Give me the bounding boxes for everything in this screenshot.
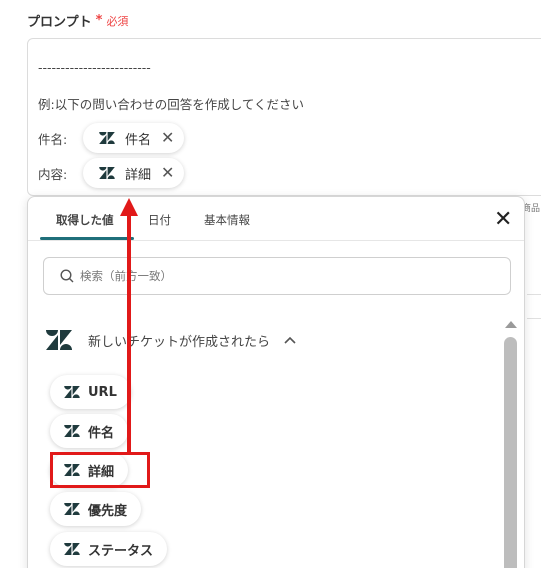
item-label: URL xyxy=(88,384,117,400)
group-title: 新しいチケットが作成されたら xyxy=(88,334,271,350)
value-item-subject[interactable]: 件名 xyxy=(50,414,129,448)
prompt-label: プロンプト * 必須 xyxy=(27,11,128,30)
close-icon[interactable]: ✕ xyxy=(161,130,174,146)
search-input[interactable]: 検索（前方一致） xyxy=(43,257,511,295)
background-divider xyxy=(527,318,541,319)
chip-label: 詳細 xyxy=(125,167,152,183)
item-label: ステータス xyxy=(88,543,154,559)
scroll-up-icon[interactable] xyxy=(503,319,519,329)
chevron-up-icon[interactable] xyxy=(284,336,296,344)
divider-text: ------------------------- xyxy=(38,60,151,75)
required-text: 必須 xyxy=(106,14,129,28)
item-label: 件名 xyxy=(88,425,115,441)
zendesk-icon xyxy=(64,386,80,398)
tab-bar: 取得した値 日付 基本情報 ✕ xyxy=(28,197,524,241)
annotation-arrow-head xyxy=(120,198,138,216)
variable-chip-detail[interactable]: 詳細 ✕ xyxy=(83,158,185,188)
variable-picker-panel: 取得した値 日付 基本情報 ✕ 検索（前方一致） 新しいチケットが作成されたら … xyxy=(27,196,525,568)
value-item-priority[interactable]: 優先度 xyxy=(50,492,142,526)
tab-retrieved-values[interactable]: 取得した値 xyxy=(56,212,114,228)
zendesk-icon xyxy=(99,132,115,144)
prompt-label-text: プロンプト xyxy=(27,15,92,30)
value-item-status[interactable]: ステータス xyxy=(50,532,168,566)
background-divider xyxy=(527,294,541,295)
close-icon[interactable]: ✕ xyxy=(161,165,174,181)
instruction-text: 例:以下の問い合わせの回答を作成してください xyxy=(38,97,304,112)
annotation-highlight-box xyxy=(50,452,150,488)
content-label: 内容: xyxy=(38,167,68,182)
search-placeholder: 検索（前方一致） xyxy=(80,269,172,283)
zendesk-icon xyxy=(99,167,115,179)
annotation-arrow-shaft xyxy=(127,214,131,452)
close-panel-icon[interactable]: ✕ xyxy=(494,209,512,231)
zendesk-icon xyxy=(64,543,80,555)
tab-date[interactable]: 日付 xyxy=(148,212,171,228)
chip-label: 件名 xyxy=(125,132,152,148)
zendesk-icon xyxy=(64,425,80,437)
tab-basic-info[interactable]: 基本情報 xyxy=(204,212,250,228)
active-tab-indicator xyxy=(40,237,134,240)
value-item-url[interactable]: URL xyxy=(50,375,131,409)
variable-chip-subject[interactable]: 件名 ✕ xyxy=(83,123,185,153)
zendesk-icon xyxy=(64,503,80,515)
trigger-group-header[interactable]: 新しいチケットが作成されたら xyxy=(46,330,296,350)
zendesk-icon xyxy=(46,330,72,350)
subject-label: 件名: xyxy=(38,132,68,147)
required-star: * xyxy=(95,13,103,28)
search-icon xyxy=(60,269,74,283)
item-label: 優先度 xyxy=(88,503,128,519)
scrollbar-thumb[interactable] xyxy=(504,337,517,568)
